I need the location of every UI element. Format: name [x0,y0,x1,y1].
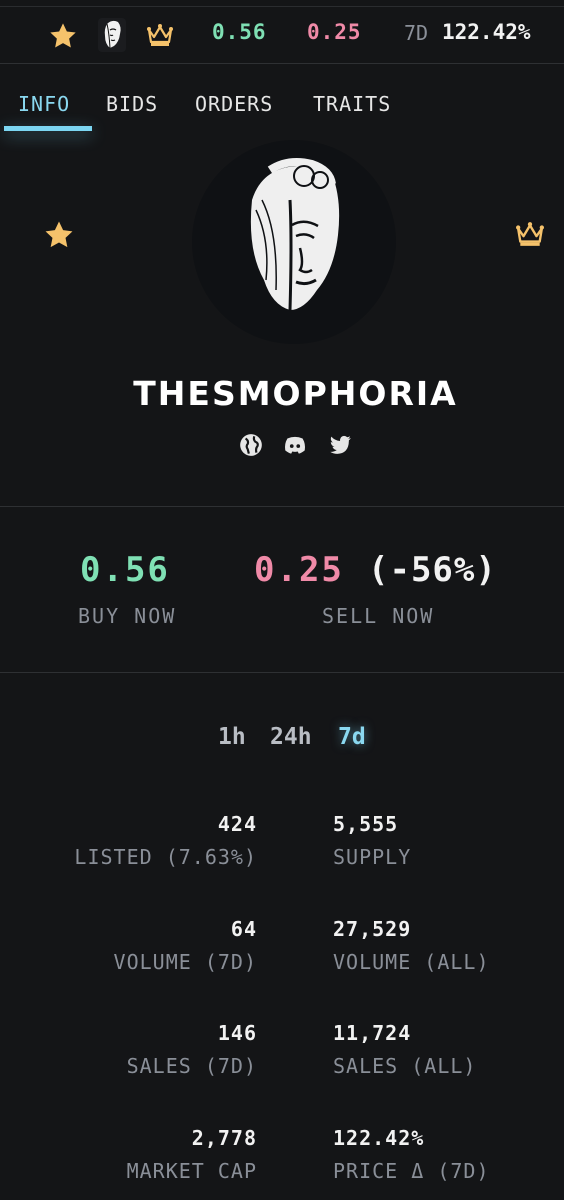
section-divider [0,506,564,507]
star-icon[interactable] [46,20,80,52]
stat-sales-all-label: SALES (ALL) [333,1054,477,1078]
timeframe-selector: 1h 24h 7d [0,724,564,756]
tab-bids[interactable]: BIDS [106,92,158,116]
top-divider [0,6,564,7]
stat-supply-label: SUPPLY [333,845,412,869]
tab-traits[interactable]: TRAITS [313,92,391,116]
stat-market-cap-value: 2,778 [191,1126,257,1150]
topbar-period: 7D [404,21,429,45]
stat-supply-value: 5,555 [333,812,399,836]
sell-now-button[interactable]: SELL NOW [322,604,434,628]
sell-price-delta: (-56%) [368,550,497,590]
stat-market-cap-label: MARKET CAP [126,1159,257,1183]
stat-volume-7d-value: 64 [230,917,257,941]
tab-info[interactable]: INFO [18,92,70,116]
section-divider [0,672,564,673]
top-bar: 0.56 0.25 7D 122.42% [0,0,564,64]
collection-avatar [192,140,396,344]
bust-icon [250,158,340,311]
favorite-star-icon[interactable] [42,218,76,252]
stat-volume-7d-label: VOLUME (7D) [113,950,257,974]
crown-icon [516,222,544,246]
discord-icon[interactable] [282,432,308,458]
stat-sales-all-value: 11,724 [333,1021,412,1045]
collection-avatar-small[interactable] [98,18,126,52]
topbar-sell-price: 0.25 [307,20,362,44]
topbar-buy-price: 0.56 [212,20,267,44]
stat-listed-label: LISTED (7.63%) [74,845,257,869]
stat-volume-all-value: 27,529 [333,917,412,941]
buy-now-button[interactable]: BUY NOW [78,604,176,628]
globe-icon[interactable] [238,432,264,458]
bust-icon [104,20,121,49]
stat-sales-7d-label: SALES (7D) [126,1054,257,1078]
buy-now-price: 0.56 [80,550,170,590]
stat-listed-value: 424 [217,812,257,836]
social-links [238,432,358,460]
collection-name: THESMOPHORIA [133,374,458,413]
stat-price-change-value: 122.42% [333,1126,425,1150]
topbar-price-change: 122.42% [442,20,531,44]
sell-now-price: 0.25 [254,550,344,590]
tab-orders[interactable]: ORDERS [195,92,273,116]
timeframe-1h[interactable]: 1h [218,724,246,750]
stat-sales-7d-value: 146 [217,1021,257,1045]
timeframe-24h[interactable]: 24h [270,724,312,750]
active-tab-indicator [4,126,92,131]
crown-icon [147,24,173,46]
stat-volume-all-label: VOLUME (ALL) [333,950,490,974]
tab-bar: INFO BIDS ORDERS TRAITS [0,64,564,144]
twitter-icon[interactable] [327,432,353,458]
timeframe-7d[interactable]: 7d [338,724,366,750]
stat-price-change-label: PRICE Δ (7D) [333,1159,490,1183]
